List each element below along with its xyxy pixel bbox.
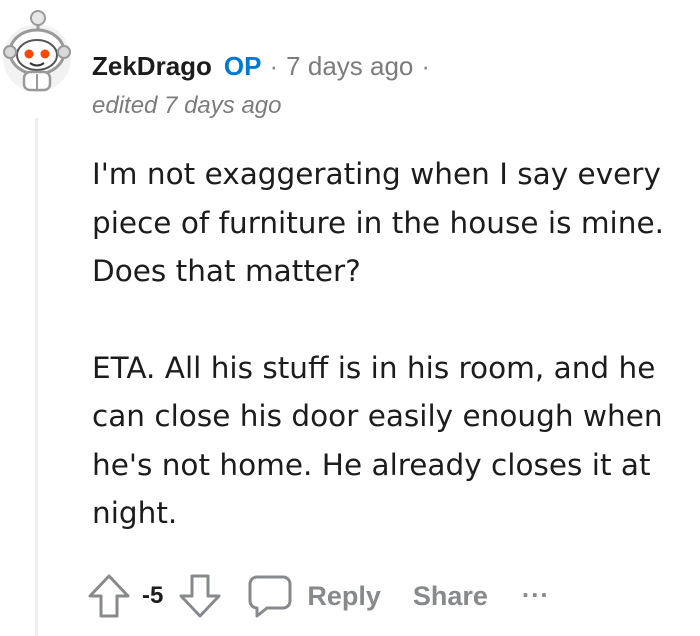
thread-line[interactable]: [35, 118, 38, 636]
upvote-arrow-icon: [88, 574, 130, 618]
upvote-button[interactable]: [86, 572, 132, 620]
reply-button[interactable]: Reply: [247, 573, 381, 619]
username[interactable]: ZekDrago: [92, 51, 212, 82]
share-button[interactable]: Share: [413, 581, 488, 612]
edited-label: edited 7 days ago: [92, 92, 282, 119]
snoo-avatar-icon: [3, 10, 71, 92]
vote-count: -5: [142, 582, 164, 609]
downvote-button[interactable]: [177, 572, 223, 620]
more-dots-icon[interactable]: ...: [522, 573, 550, 604]
comment-paragraph: I'm not exaggerating when I say every pi…: [92, 157, 664, 288]
op-badge: OP: [223, 50, 262, 81]
downvote-arrow-icon: [179, 574, 221, 618]
comment-actions: -5 Reply Share ...: [86, 570, 550, 622]
separator-dot: ·: [421, 50, 431, 81]
reply-label: Reply: [307, 580, 381, 611]
separator-dot: ·: [269, 50, 279, 81]
comment-header: ZekDrago OP · 7 days ago ·: [92, 46, 438, 86]
avatar[interactable]: [2, 8, 72, 92]
timestamp[interactable]: 7 days ago: [286, 51, 413, 82]
comment-paragraph: ETA. All his stuff is in his room, and h…: [92, 350, 663, 531]
comment-body: I'm not exaggerating when I say every pi…: [92, 150, 692, 538]
comment-bubble-icon: [248, 575, 292, 618]
